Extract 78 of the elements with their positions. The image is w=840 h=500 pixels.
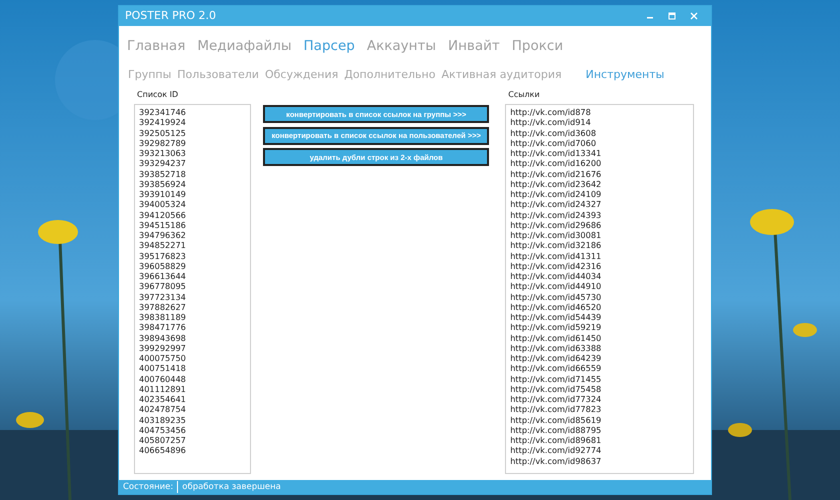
- list-item[interactable]: http://vk.com/id85619: [510, 414, 689, 425]
- status-text: обработка завершена: [182, 480, 281, 494]
- list-item[interactable]: 395176823: [139, 250, 246, 261]
- list-item[interactable]: 405807257: [139, 435, 246, 446]
- list-item[interactable]: 396058829: [139, 260, 246, 271]
- list-item[interactable]: http://vk.com/id98637: [510, 456, 689, 466]
- list-item[interactable]: http://vk.com/id59219: [510, 322, 689, 332]
- list-item[interactable]: http://vk.com/id66559: [510, 363, 689, 374]
- list-item[interactable]: 398381189: [139, 312, 246, 322]
- list-item[interactable]: http://vk.com/id75458: [510, 384, 689, 394]
- list-item[interactable]: 400075750: [139, 353, 246, 364]
- list-label: Список ID: [136, 89, 180, 101]
- list-item[interactable]: 392505125: [139, 128, 246, 138]
- list-item[interactable]: http://vk.com/id44034: [510, 271, 689, 282]
- list-item[interactable]: http://vk.com/id45730: [510, 292, 689, 302]
- list-item[interactable]: http://vk.com/id7060: [510, 138, 689, 148]
- list-item[interactable]: http://vk.com/id77324: [510, 394, 689, 404]
- list-item[interactable]: 394515186: [139, 220, 246, 230]
- list-item[interactable]: 402478754: [139, 404, 246, 414]
- list-item[interactable]: http://vk.com/id3608: [510, 128, 689, 138]
- list-item[interactable]: http://vk.com/id71455: [510, 374, 689, 384]
- list-item[interactable]: 394796362: [139, 230, 246, 240]
- list-item[interactable]: http://vk.com/id24109: [510, 189, 689, 200]
- list-item[interactable]: 398943698: [139, 332, 246, 343]
- list-item[interactable]: http://vk.com/id41311: [510, 250, 689, 261]
- list-item[interactable]: 402354641: [139, 394, 246, 404]
- list-item[interactable]: http://vk.com/id89681: [510, 435, 689, 446]
- list-item[interactable]: http://vk.com/id92774: [510, 445, 689, 456]
- list-item[interactable]: http://vk.com/id77823: [510, 404, 689, 414]
- list-item[interactable]: http://vk.com/id46520: [510, 302, 689, 312]
- list-label: Ссылки: [507, 89, 541, 101]
- list-item[interactable]: http://vk.com/id54439: [510, 312, 689, 322]
- list-item[interactable]: http://vk.com/id61450: [510, 332, 689, 343]
- list-item[interactable]: 392982789: [139, 138, 246, 148]
- list-item[interactable]: 393856924: [139, 178, 246, 189]
- list-item[interactable]: 392419924: [139, 117, 246, 128]
- list-item[interactable]: http://vk.com/id64239: [510, 353, 689, 364]
- list-item[interactable]: 393852718: [139, 168, 246, 179]
- id-list-box[interactable]: [134, 104, 252, 474]
- list-item[interactable]: http://vk.com/id24327: [510, 199, 689, 210]
- list-item[interactable]: http://vk.com/id13341: [510, 148, 689, 158]
- list-item[interactable]: 394852271: [139, 240, 246, 250]
- list-item[interactable]: 406654896: [139, 445, 246, 456]
- list-item[interactable]: 393213063: [139, 148, 246, 158]
- list-item[interactable]: 403189235: [139, 414, 246, 425]
- list-item[interactable]: 393910149: [139, 189, 246, 200]
- list-item[interactable]: 398471776: [139, 322, 246, 332]
- list-item[interactable]: http://vk.com/id878: [510, 107, 689, 118]
- status-label: Состояние:: [123, 480, 174, 494]
- window-title: POSTER PRO 2.0: [125, 8, 216, 24]
- list-item[interactable]: 404753456: [139, 424, 246, 435]
- list-item[interactable]: http://vk.com/id21676: [510, 168, 689, 179]
- list-item[interactable]: http://vk.com/id29686: [510, 220, 689, 230]
- list-item[interactable]: 393294237: [139, 158, 246, 168]
- list-item[interactable]: 396613644: [139, 271, 246, 282]
- list-item[interactable]: 400760448: [139, 374, 246, 384]
- list-item[interactable]: 400751418: [139, 363, 246, 374]
- list-item[interactable]: 394120566: [139, 210, 246, 220]
- list-item[interactable]: http://vk.com/id44910: [510, 281, 689, 292]
- maximize-icon: [668, 12, 676, 20]
- list-item[interactable]: 397882627: [139, 302, 246, 312]
- list-item[interactable]: http://vk.com/id24393: [510, 210, 689, 220]
- list-item[interactable]: 392341746: [139, 107, 246, 118]
- list-item[interactable]: http://vk.com/id63388: [510, 342, 689, 353]
- list-item[interactable]: 399292997: [139, 342, 246, 353]
- list-item[interactable]: 394005324: [139, 199, 246, 210]
- links-list-box[interactable]: [505, 104, 694, 474]
- list-item[interactable]: http://vk.com/id88795: [510, 424, 689, 435]
- list-item[interactable]: http://vk.com/id16200: [510, 158, 689, 168]
- list-item[interactable]: http://vk.com/id30081: [510, 230, 689, 240]
- close-icon: [690, 12, 698, 20]
- list-item[interactable]: 396778095: [139, 281, 246, 292]
- list-item[interactable]: http://vk.com/id42316: [510, 260, 689, 271]
- list-item[interactable]: 397723134: [139, 292, 246, 302]
- list-item[interactable]: 401112891: [139, 384, 246, 394]
- list-item[interactable]: http://vk.com/id914: [510, 117, 689, 128]
- list-item[interactable]: http://vk.com/id23642: [510, 178, 689, 189]
- list-item[interactable]: http://vk.com/id32186: [510, 240, 689, 250]
